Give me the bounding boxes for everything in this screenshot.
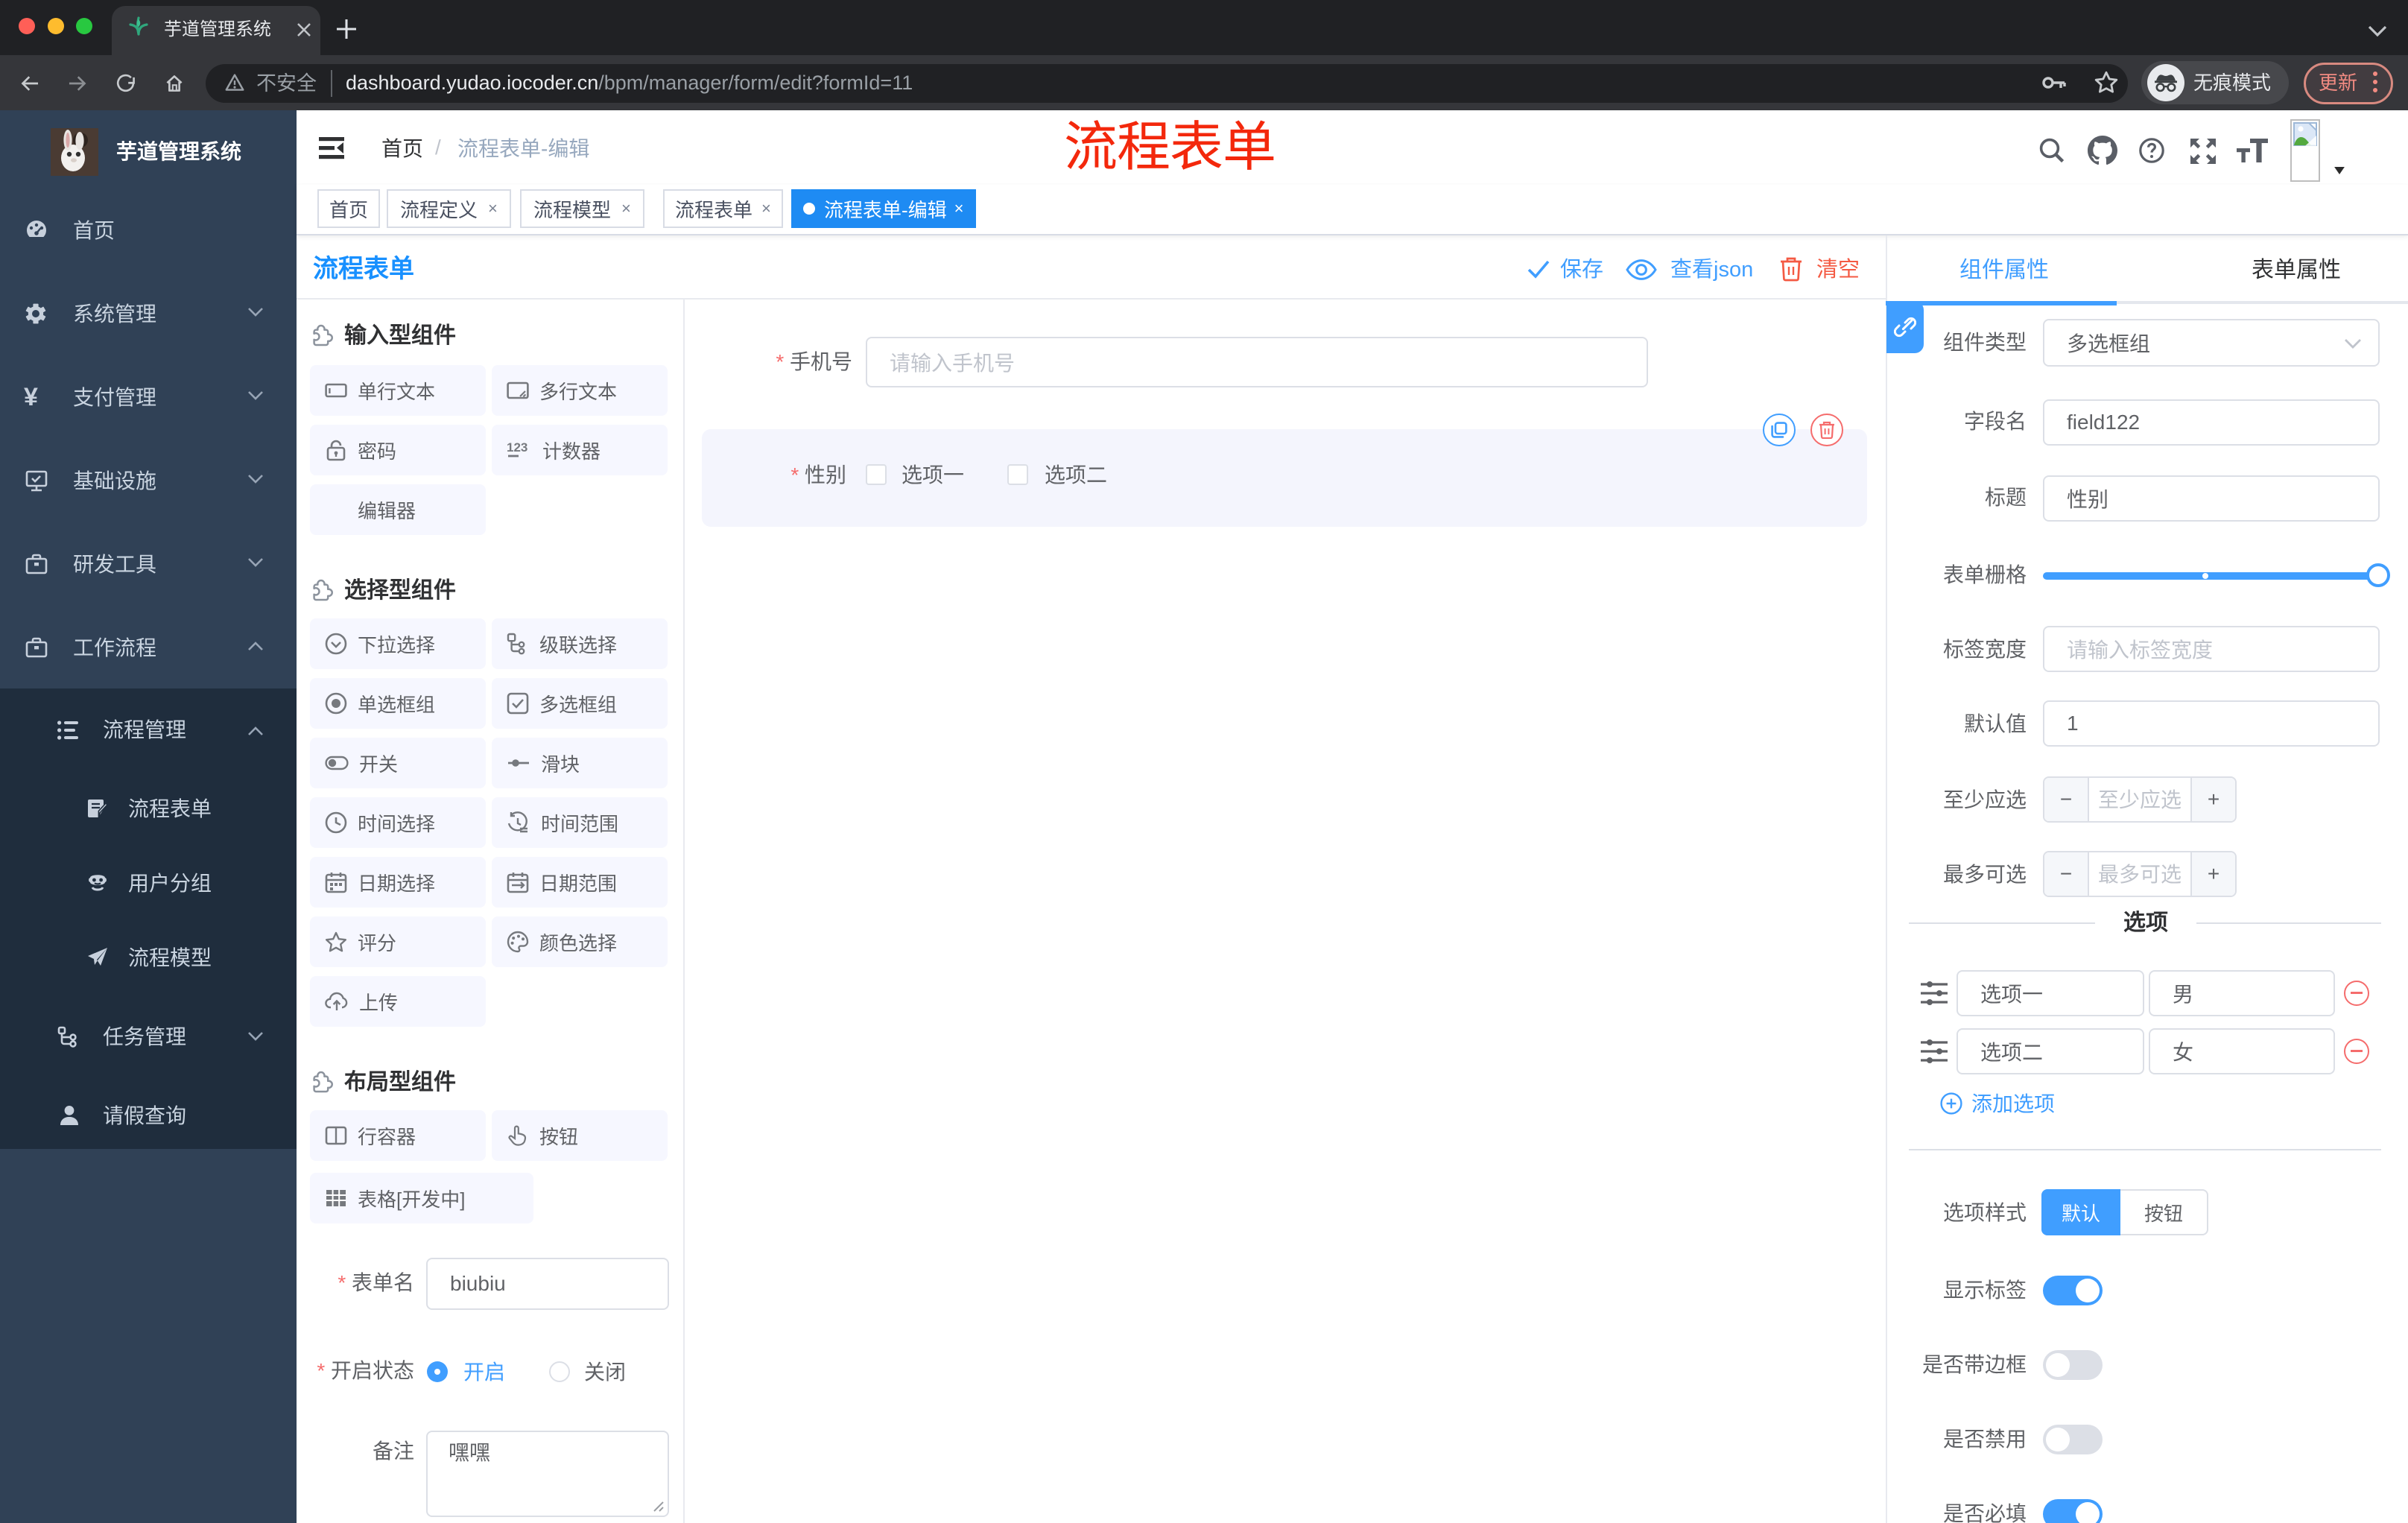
svg-text:123: 123 — [507, 440, 527, 455]
